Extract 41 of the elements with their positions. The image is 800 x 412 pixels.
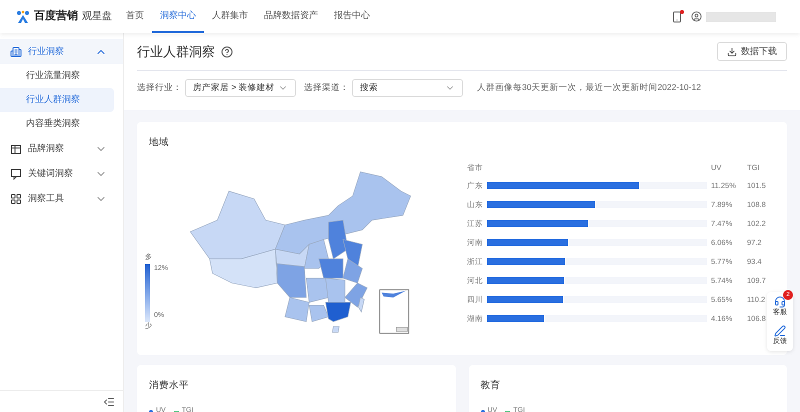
sidebar-group[interactable]: 行业洞察 — [0, 39, 123, 64]
brand-name: 百度营销 — [34, 8, 78, 24]
sidebar-group-label: 品牌洞察 — [28, 142, 64, 155]
card-title: 地域 — [149, 136, 170, 150]
filter-select[interactable]: 房产家居 > 装修建材 — [185, 78, 296, 96]
chat-icon — [10, 168, 22, 180]
sidebar-group[interactable]: 关键词洞察 — [0, 161, 123, 186]
sidebar-group-label: 洞察工具 — [28, 192, 64, 205]
download-icon — [727, 46, 737, 56]
user-icon[interactable] — [691, 11, 702, 22]
sidebar-item[interactable]: 行业流量洞察 — [0, 64, 123, 88]
box-icon — [10, 142, 22, 154]
card-title: 教育 — [480, 379, 502, 393]
nav-tab[interactable]: 首页 — [118, 0, 152, 33]
legend-gradient-bar — [145, 264, 150, 322]
logo-icon — [16, 10, 30, 24]
phone-icon[interactable] — [671, 10, 683, 22]
pen-icon — [774, 324, 786, 336]
username-blurred — [706, 12, 776, 22]
sidebar-group[interactable]: 品牌洞察 — [0, 136, 123, 161]
card-title: 消费水平 — [149, 379, 190, 393]
filter-label: 选择行业： — [137, 81, 182, 94]
collapse-icon[interactable] — [103, 396, 115, 408]
sidebar-item[interactable]: 行业人群洞察 — [0, 88, 114, 112]
page-title: 行业人群洞察 — [137, 42, 215, 61]
nav-tab[interactable]: 人群集市 — [204, 0, 256, 33]
nav-tab[interactable]: 品牌数据资产 — [256, 0, 326, 33]
download-button[interactable]: 数据下载 — [717, 42, 787, 61]
filter-select[interactable]: 搜索 — [352, 78, 463, 96]
help-icon[interactable] — [221, 46, 233, 58]
product-name: 观星盘 — [82, 10, 112, 24]
building-icon — [10, 46, 22, 58]
sidebar-group[interactable]: 洞察工具 — [0, 186, 123, 211]
sidebar-item[interactable]: 内容垂类洞察 — [0, 112, 123, 136]
filter-label: 选择渠道： — [304, 81, 349, 94]
update-note: 人群画像每30天更新一次，最近一次更新时间2022-10-12 — [477, 81, 701, 94]
sidebar-group-label: 关键词洞察 — [28, 166, 73, 180]
nav-tab[interactable]: 报告中心 — [326, 0, 378, 33]
grid-icon — [10, 192, 22, 204]
headset-icon — [774, 296, 786, 308]
sidebar-group-label: 行业洞察 — [28, 44, 64, 58]
